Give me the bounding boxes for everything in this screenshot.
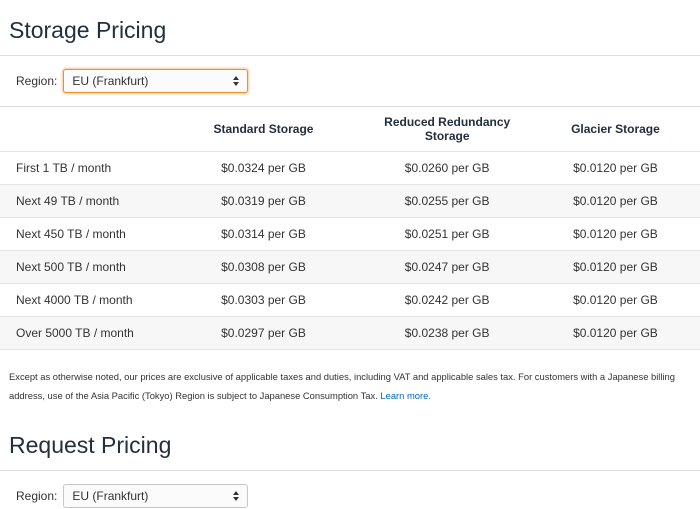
tier-cell: Next 450 TB / month [16,227,126,241]
standard-price-cell: $0.0308 per GB [221,260,306,274]
title-divider [0,55,700,56]
glacier-price-cell: $0.0120 per GB [573,227,658,241]
table-row: Next 49 TB / month $0.0319 per GB $0.025… [0,184,700,218]
table-row: Next 4000 TB / month $0.0303 per GB $0.0… [0,283,700,317]
column-header-tier [0,107,164,152]
table-row: Next 450 TB / month $0.0314 per GB $0.02… [0,217,700,251]
tax-footnote: Except as otherwise noted, our prices ar… [0,367,700,405]
storage-region-row: Region: EU (Frankfurt) [0,68,700,94]
select-arrows-icon [233,491,240,501]
standard-price-cell: $0.0314 per GB [221,227,306,241]
glacier-price-cell: $0.0120 per GB [573,293,658,307]
storage-pricing-title: Storage Pricing [9,17,167,43]
tax-footnote-text: Except as otherwise noted, our prices ar… [9,371,675,401]
rrs-price-cell: $0.0255 per GB [404,194,490,208]
request-pricing-title: Request Pricing [9,432,172,458]
column-header-glacier: Glacier Storage [571,122,660,136]
rrs-price-cell: $0.0242 per GB [404,293,490,307]
storage-pricing-table: Standard Storage Reduced Redundancy Stor… [0,106,700,350]
table-row: Next 500 TB / month $0.0308 per GB $0.02… [0,250,700,284]
storage-pricing-section: Storage Pricing Region: EU (Frankfurt) S… [0,0,700,405]
tier-cell: Next 500 TB / month [16,260,126,274]
learn-more-link[interactable]: Learn more. [380,390,431,401]
rrs-price-cell: $0.0251 per GB [404,227,490,241]
request-pricing-section: Request Pricing Region: EU (Frankfurt) [0,405,700,509]
tier-cell: Next 49 TB / month [16,194,120,208]
tier-cell: Next 4000 TB / month [16,293,133,307]
column-header-standard: Standard Storage [213,122,314,136]
storage-region-value: EU (Frankfurt) [72,74,149,88]
tier-cell: Over 5000 TB / month [16,326,134,340]
glacier-price-cell: $0.0120 per GB [573,326,658,340]
glacier-price-cell: $0.0120 per GB [573,260,658,274]
rrs-price-cell: $0.0247 per GB [404,260,490,274]
column-header-reduced-redundancy: Reduced Redundancy Storage [384,115,511,143]
storage-region-label: Region: [16,74,58,88]
select-arrows-icon [233,76,240,86]
standard-price-cell: $0.0303 per GB [221,293,306,307]
standard-price-cell: $0.0324 per GB [221,161,306,175]
glacier-price-cell: $0.0120 per GB [573,161,658,175]
storage-region-select[interactable]: EU (Frankfurt) [63,69,249,93]
table-row: First 1 TB / month $0.0324 per GB $0.026… [0,151,700,185]
glacier-price-cell: $0.0120 per GB [573,194,658,208]
standard-price-cell: $0.0297 per GB [221,326,306,340]
tier-cell: First 1 TB / month [16,161,112,175]
standard-price-cell: $0.0319 per GB [221,194,306,208]
title-divider [0,470,700,471]
request-region-label: Region: [16,489,58,503]
request-region-value: EU (Frankfurt) [72,489,149,503]
table-row: Over 5000 TB / month $0.0297 per GB $0.0… [0,316,700,350]
request-region-row: Region: EU (Frankfurt) [0,483,700,509]
rrs-price-cell: $0.0260 per GB [404,161,490,175]
request-region-select[interactable]: EU (Frankfurt) [63,484,249,508]
rrs-price-cell: $0.0238 per GB [404,326,490,340]
table-header-row: Standard Storage Reduced Redundancy Stor… [0,106,700,152]
